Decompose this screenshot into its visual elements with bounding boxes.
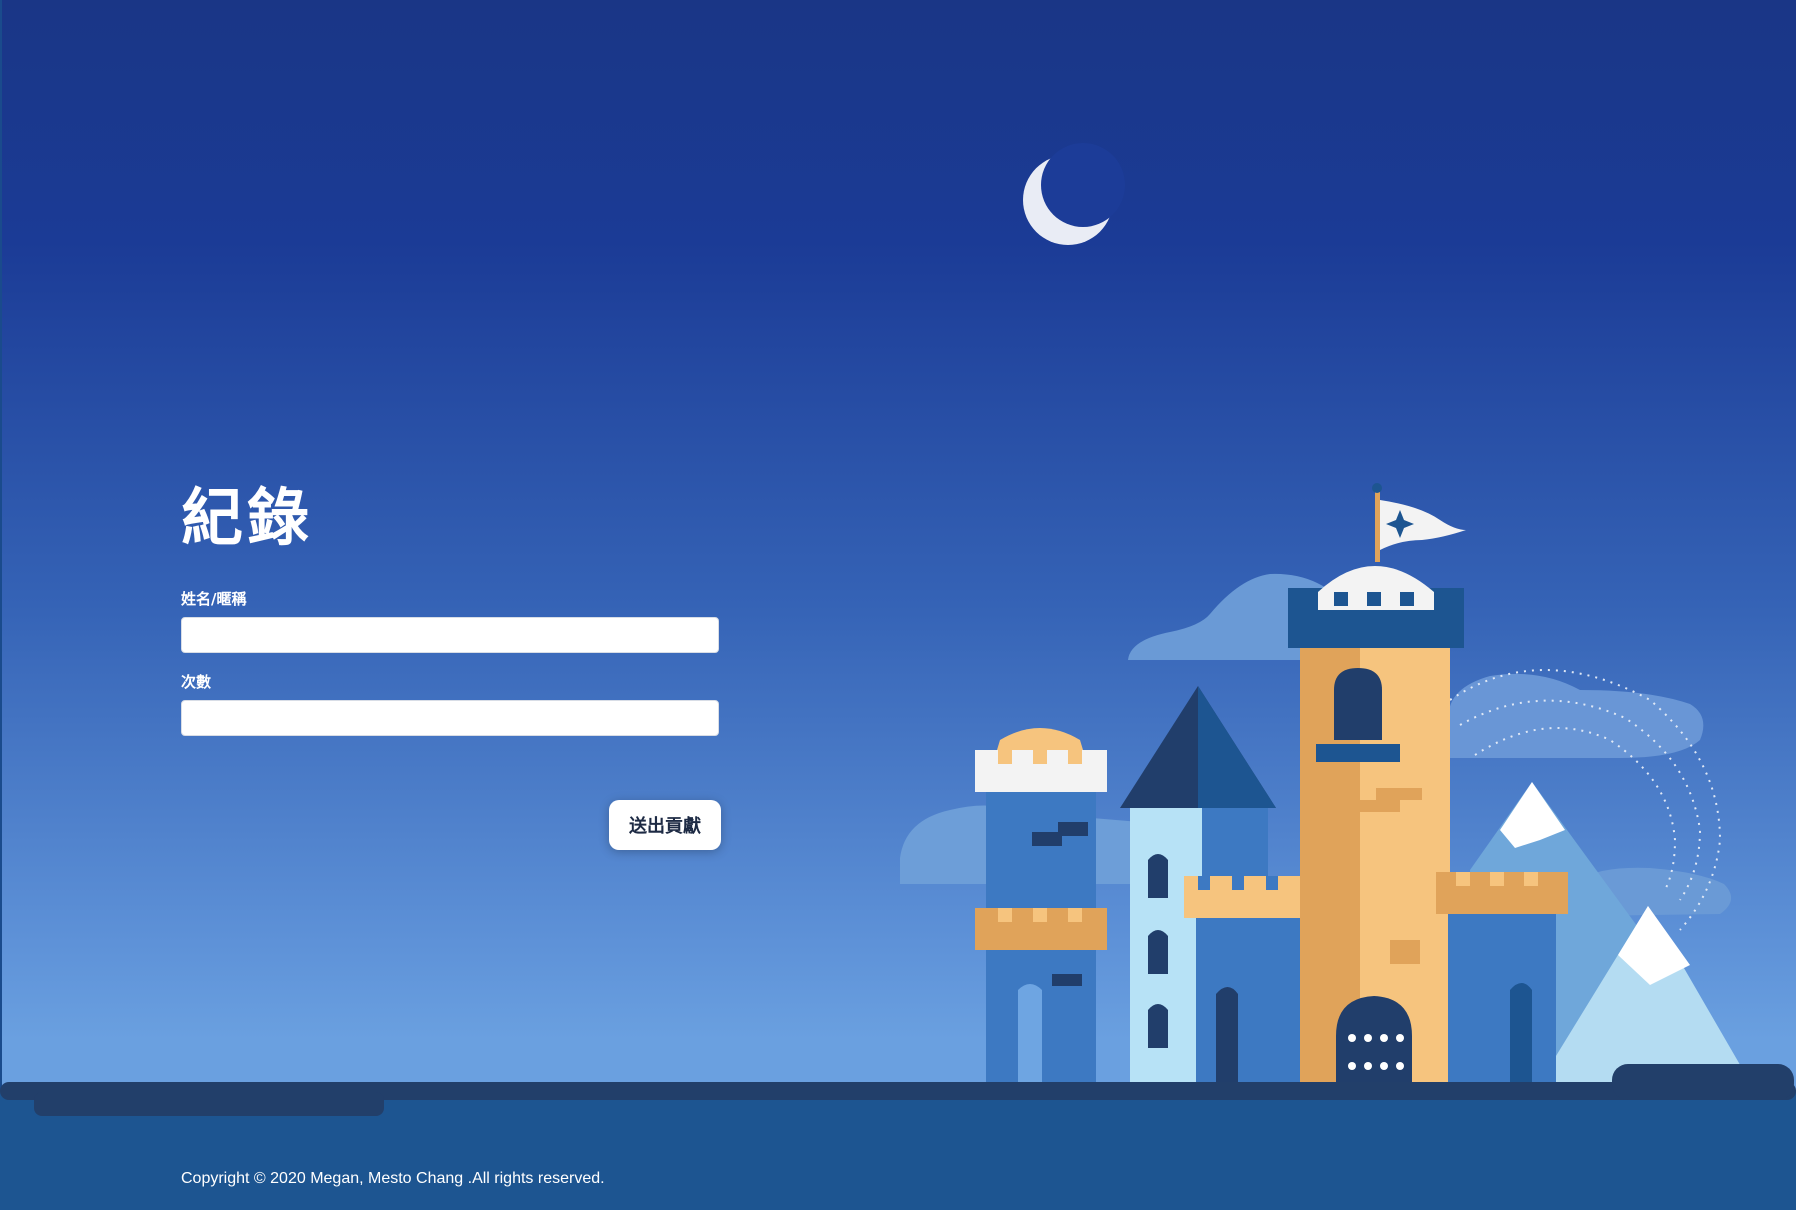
count-field-label: 次數 (181, 673, 212, 691)
moon-icon (1023, 143, 1125, 245)
submit-row: 送出貢獻 (181, 800, 721, 850)
count-input[interactable] (181, 700, 719, 736)
name-field-label: 姓名/暱稱 (181, 590, 247, 608)
ground (0, 1064, 1796, 1210)
page-title: 紀錄 (181, 481, 314, 554)
contribution-form: 紀錄 姓名/暱稱 次數 送出貢獻 (181, 478, 721, 850)
submit-contribution-button[interactable]: 送出貢獻 (609, 800, 721, 850)
name-input[interactable] (181, 617, 719, 653)
copyright-text: Copyright © 2020 Megan, Mesto Chang .All… (181, 1170, 605, 1187)
flag-icon (1372, 483, 1466, 562)
